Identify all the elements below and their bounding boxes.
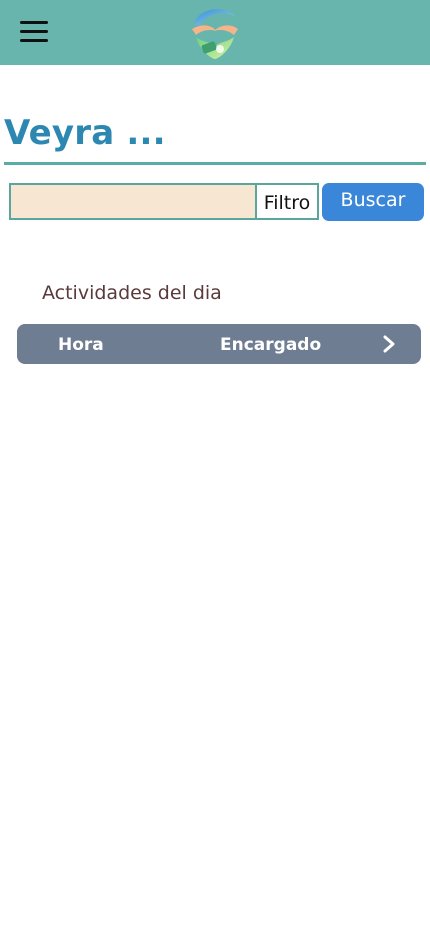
section-title: Actividades del dia [42,282,222,304]
top-app-bar [0,0,430,65]
chevron-right-icon[interactable] [379,334,399,354]
search-button[interactable]: Buscar [322,183,424,221]
search-input[interactable] [9,183,271,220]
column-header-encargado: Encargado [220,335,322,355]
title-divider [4,162,426,165]
activities-table-header: Hora Encargado [17,324,421,364]
page-title: Veyra ... [4,113,166,153]
search-bar: Filtro [9,183,319,220]
filter-label: Filtro [255,183,319,220]
hands-heart-logo [192,9,238,59]
column-header-hora: Hora [58,335,104,355]
hamburger-menu-icon[interactable] [20,19,48,45]
